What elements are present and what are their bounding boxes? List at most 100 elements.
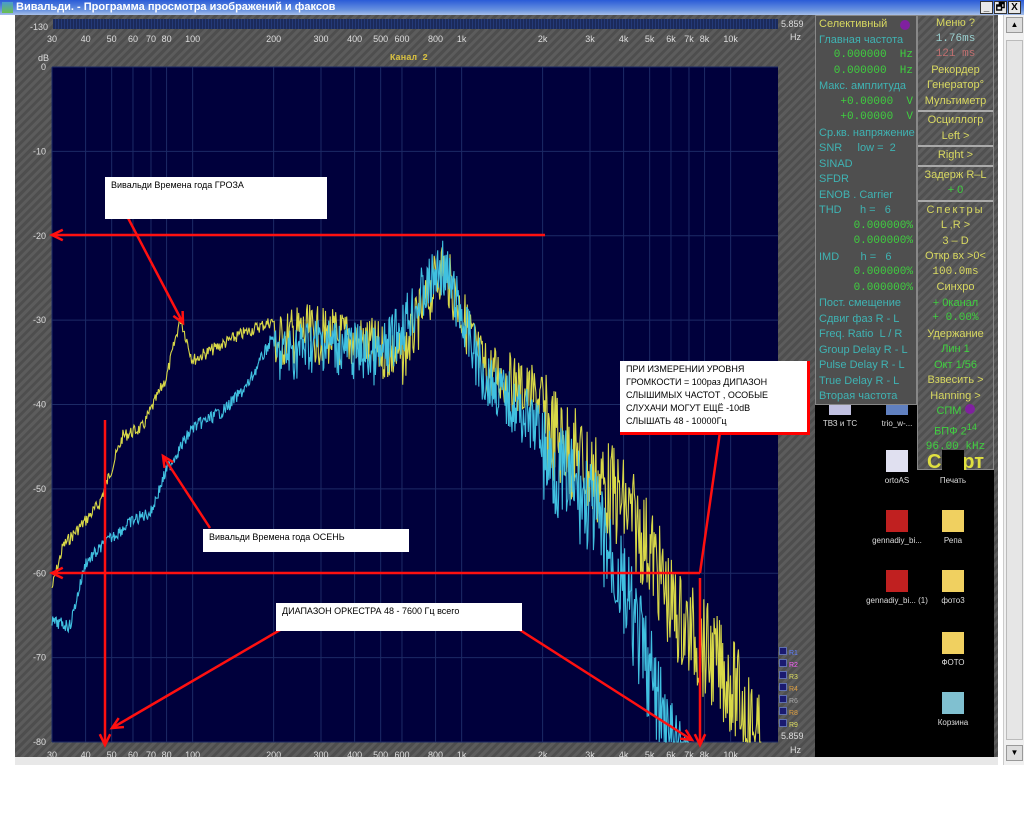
hanning-button[interactable]: Hanning > (918, 389, 993, 405)
x-tick-label: 300 (313, 34, 328, 44)
x-tick-label: 2k (538, 34, 548, 44)
x-tick-label: 600 (394, 34, 409, 44)
x-tick-label: 4k (619, 34, 629, 44)
measurement-2: 0.000000 Hz (833, 49, 913, 61)
help-button[interactable]: ? (969, 17, 975, 29)
hearing-line: СЛЫШИМЫХ ЧАСТОТ , ОСОБЫЕ (626, 390, 769, 400)
measurement-17: 0.000000% (853, 281, 913, 294)
file-icon (886, 450, 908, 472)
x-tick-label: 3k (585, 34, 595, 44)
divider (918, 145, 993, 147)
measurement-18: Пост. смещение (819, 297, 902, 309)
linear-setting[interactable]: Лин 1 (918, 342, 993, 358)
divider (918, 164, 993, 167)
measurement-13: 0.000000% (853, 219, 913, 232)
file-icon (886, 510, 908, 532)
x-tick-label: 80 (162, 34, 172, 44)
measurement-11: ENOB . Carrier (819, 188, 893, 201)
psd-indicator-icon (964, 404, 975, 414)
x-tick-label: 100 (185, 34, 200, 44)
open-input-button[interactable]: Откр вх >0< (918, 249, 993, 265)
measurement-23: True Delay R - L (819, 374, 900, 387)
x-tick-label: 10k (723, 34, 738, 44)
hearing-line: ГРОМКОСТИ = 100раз ДИПАЗОН (626, 377, 768, 387)
y-tick-label: -50 (33, 484, 46, 494)
folder-icon (942, 510, 964, 532)
measurement-6: +0.00000 V (840, 111, 913, 123)
file-icon (829, 405, 851, 415)
measurement-12: THD h = 6 (819, 204, 891, 216)
desktop-icon-label: фото3 (941, 596, 965, 605)
vertical-scrollbar[interactable]: ▲ ▼ (1003, 15, 1024, 765)
desktop-icon-label: Печать (939, 476, 967, 485)
x-tick-label: 1k (457, 34, 467, 44)
desktop-icon[interactable]: Печать (918, 450, 988, 485)
hearing-line: СЛУХАЧИ МОГУТ ЕЩЁ -10dB (626, 403, 751, 413)
y-tick-label: -30 (33, 315, 46, 325)
left-button[interactable]: Left > (918, 129, 993, 145)
spectra-button[interactable]: Спектры (918, 203, 993, 219)
measurement-24: Вторая частота (819, 390, 898, 402)
annotation-orchestra: ДИАПАЗОН ОРКЕСТРА 48 - 7600 Гц всего (276, 603, 522, 631)
file-icon (886, 405, 908, 415)
desktop-icon-label: Репа (943, 536, 963, 545)
hearing-line: ПРИ ИЗМЕРЕНИИ УРОВНЯ (626, 364, 745, 374)
measurement-10: SFDR (819, 173, 849, 185)
right-button[interactable]: Right > (918, 148, 993, 164)
x-tick-label: 5k (645, 34, 655, 44)
desktop-icon[interactable]: ФОТО (918, 632, 988, 667)
selective-indicator-icon[interactable] (900, 20, 910, 30)
delay-button[interactable]: Задерж R–L (918, 168, 993, 184)
control-panel: Меню ? 1.76ms 121 ms Рекордер Генератор°… (917, 15, 994, 472)
measurement-7: Ср.кв. напряжение (819, 126, 915, 139)
x-tick-label: 70 (146, 34, 156, 44)
annotation-groza-text: Вивальди Времена года ГРОЗА (111, 180, 244, 190)
menu-button[interactable]: Меню (936, 17, 966, 29)
x-tick-label: 40 (81, 34, 91, 44)
hold-button[interactable]: Удержание (918, 327, 993, 343)
measurement-20: Freq. Ratio L / R (819, 328, 903, 340)
sync-percent: + 0.00% (932, 312, 979, 324)
multimeter-button[interactable]: Мультиметр (918, 94, 993, 110)
octave-setting[interactable]: Окт 1/56 (918, 358, 993, 374)
3d-button[interactable]: 3 – D (918, 234, 993, 250)
measurement-9: SINAD (819, 157, 853, 170)
y-tick-label: -60 (33, 568, 46, 578)
scroll-down-button[interactable]: ▼ (1006, 745, 1023, 761)
horizontal-scrollbar[interactable] (15, 757, 998, 765)
desktop-icon[interactable]: trio_w-... (862, 405, 932, 428)
sync-button[interactable]: Синхро (918, 280, 993, 296)
divider (918, 110, 993, 112)
fft-exponent: 14 (966, 421, 977, 432)
x-tick-label: 200 (266, 34, 281, 44)
x-tick-label: 500 (373, 34, 388, 44)
measurement-14: 0.000000% (853, 235, 913, 247)
desktop-icon[interactable]: Корзина (918, 692, 988, 727)
time-1: 1.76ms (935, 32, 976, 45)
desktop-icon[interactable]: Репа (918, 510, 988, 545)
measurement-21: Group Delay R - L (819, 343, 908, 356)
y-tick-label: 0 (41, 62, 46, 72)
file-icon (886, 570, 908, 592)
annotation-hearing: ПРИ ИЗМЕРЕНИИ УРОВНЯ ГРОМКОСТИ = 100раз … (620, 361, 810, 435)
y-tick-label: -70 (33, 653, 46, 663)
recorder-button[interactable]: Рекордер (918, 63, 993, 79)
lr-button[interactable]: L ,R > (918, 218, 993, 234)
x-tick-label: 50 (107, 34, 117, 44)
x-tick-label: 8k (700, 34, 710, 44)
x-tick-label: 6k (666, 34, 676, 44)
measurement-1: Главная частота (819, 33, 904, 46)
annotation-osen: Вивальди Времена года ОСЕНЬ (203, 529, 409, 552)
divider (918, 199, 993, 202)
desktop-icon[interactable]: фото3 (918, 570, 988, 605)
oscilloscope-button[interactable]: Осциллогр (918, 113, 993, 129)
measurement-0: Селективный (819, 18, 888, 30)
scroll-thumb[interactable] (1006, 40, 1023, 740)
measurement-5: +0.00000 V (840, 95, 913, 108)
generator-button[interactable]: Генератор° (918, 78, 993, 94)
psd-label: СПМ (936, 405, 962, 417)
scroll-up-button[interactable]: ▲ (1006, 17, 1023, 33)
annotation-osen-text: Вивальди Времена года ОСЕНЬ (209, 532, 345, 542)
measurement-3: 0.000000 Hz (833, 64, 913, 77)
weigh-button[interactable]: Взвесить > (918, 373, 993, 389)
